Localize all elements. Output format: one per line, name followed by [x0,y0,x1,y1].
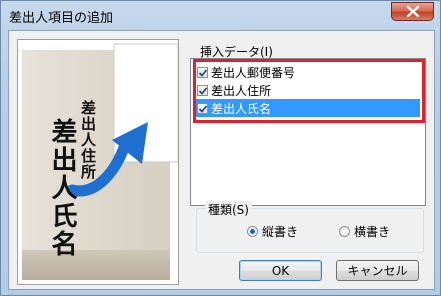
list-item-name[interactable]: 差出人氏名 [194,99,420,117]
list-item-address[interactable]: 差出人住所 [194,81,420,99]
close-button[interactable] [391,2,434,21]
radio-selected-dot [250,229,255,234]
list-item-label: 差出人氏名 [211,101,272,116]
ok-button[interactable]: OK [239,260,322,281]
preview-sender-address: 差出人住所 [79,100,97,180]
dialog-client-area: 差出人住所 差出人氏名 挿入データ(I) 差出人郵便番号 差出人住所 差出人氏名… [8,30,435,290]
radio-button[interactable] [339,226,350,237]
checkbox[interactable] [197,84,208,96]
radio-vertical-label: 縦書き [262,225,299,239]
checkmark-icon [198,104,208,113]
checkmark-icon [198,86,208,95]
radio-button[interactable] [247,226,258,237]
list-item-label: 差出人住所 [211,83,272,98]
insert-data-listbox[interactable]: 差出人郵便番号 差出人住所 差出人氏名 [190,58,426,206]
checkbox[interactable] [197,102,208,114]
kind-group: 種類(S) 縦書き 横書き [196,201,424,253]
kind-label: 種類(S) [205,201,252,218]
window-title: 差出人項目の追加 [9,11,114,26]
radio-horizontal-label: 横書き [354,225,391,239]
insert-data-group: 挿入データ(I) 差出人郵便番号 差出人住所 差出人氏名 [190,43,426,206]
checkmark-icon [198,68,208,77]
dialog-window: 差出人項目の追加 差出人住所 差出人氏名 挿入データ(I) 差出人郵便番号 差出… [0,0,441,296]
list-item-postal-code[interactable]: 差出人郵便番号 [194,63,420,81]
radio-horizontal[interactable]: 横書き [339,223,390,240]
preview-sender-name: 差出人氏名 [47,118,77,258]
list-item-label: 差出人郵便番号 [211,65,296,80]
checkbox[interactable] [197,66,208,78]
radio-vertical[interactable]: 縦書き [247,223,298,240]
title-bar[interactable]: 差出人項目の追加 [1,1,440,29]
cancel-button[interactable]: キャンセル [336,260,419,281]
close-icon [406,6,419,17]
envelope-preview: 差出人住所 差出人氏名 [17,39,179,285]
